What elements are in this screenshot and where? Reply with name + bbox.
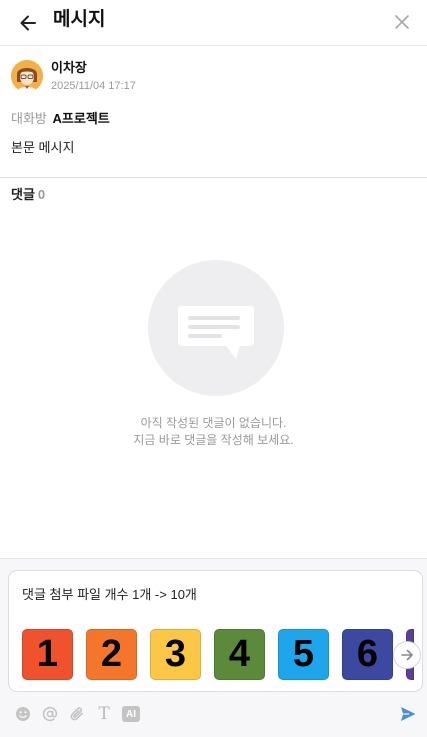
attachment-thumb-5[interactable]: 5 <box>278 629 329 680</box>
attachment-label: 1 <box>36 633 59 675</box>
attachment-label: 6 <box>356 633 379 675</box>
comments-count: 0 <box>37 187 46 202</box>
empty-message-line-1: 아직 작성된 댓글이 없습니다. <box>140 416 287 430</box>
comment-composer[interactable]: 댓글 첨부 파일 개수 1개 -> 10개 1 2 3 4 5 6 <box>8 570 423 692</box>
room-label: 대화방 <box>11 111 47 126</box>
attachment-label: 5 <box>292 633 315 675</box>
attachment-thumb-2[interactable]: 2 <box>86 629 137 680</box>
avatar[interactable] <box>11 60 43 92</box>
attachment-label: 2 <box>100 633 123 675</box>
page-title: 메시지 <box>53 9 106 30</box>
comments-label: 댓글 <box>11 187 35 202</box>
message-timestamp: 2025/11/04 17:17 <box>51 79 136 92</box>
attachment-list: 1 2 3 4 5 6 <box>22 629 422 681</box>
author-name: 이차장 <box>51 59 87 75</box>
empty-comments-message: 아직 작성된 댓글이 없습니다. 지금 바로 댓글을 작성해 보세요. <box>0 415 427 449</box>
attachment-thumb-3[interactable]: 3 <box>150 629 201 680</box>
attachment-label: 3 <box>164 633 187 675</box>
composer-toolbar: T AI <box>14 704 149 724</box>
mention-icon <box>42 706 58 722</box>
room-name[interactable]: A프로젝트 <box>53 111 110 126</box>
message-author: 이차장 2025/11/04 17:17 <box>11 59 136 93</box>
back-button[interactable] <box>14 9 42 37</box>
comment-input[interactable]: 댓글 첨부 파일 개수 1개 -> 10개 <box>22 587 197 603</box>
text-format-icon[interactable]: T <box>95 705 113 723</box>
close-button[interactable] <box>389 9 415 35</box>
room-info: 대화방 A프로젝트 <box>11 111 110 127</box>
attachment-thumb-6[interactable]: 6 <box>342 629 393 680</box>
mention-button[interactable] <box>41 705 59 723</box>
attachment-thumb-4[interactable]: 4 <box>214 629 265 680</box>
arrow-left-icon <box>20 15 36 31</box>
divider <box>0 177 427 178</box>
send-icon <box>401 707 416 721</box>
header-bar: 메시지 <box>0 0 427 46</box>
emoji-button[interactable] <box>14 705 32 723</box>
emoji-icon <box>16 707 30 721</box>
attachments-next-button[interactable] <box>393 641 421 669</box>
close-icon <box>395 15 409 29</box>
attachment-thumb-1[interactable]: 1 <box>22 629 73 680</box>
empty-comments-illustration <box>148 260 284 396</box>
attach-button[interactable] <box>68 705 86 723</box>
send-button[interactable] <box>398 704 418 724</box>
attach-icon <box>70 707 83 721</box>
arrow-right-icon <box>401 649 413 661</box>
attachment-label: 4 <box>228 633 251 675</box>
empty-message-line-2: 지금 바로 댓글을 작성해 보세요. <box>133 433 294 447</box>
ai-icon[interactable]: AI <box>122 706 140 722</box>
comments-header: 댓글 0 <box>11 187 45 203</box>
chat-bubble-icon <box>178 306 254 359</box>
avatar-illustration <box>11 60 43 92</box>
message-body: 본문 메시지 <box>11 140 75 155</box>
